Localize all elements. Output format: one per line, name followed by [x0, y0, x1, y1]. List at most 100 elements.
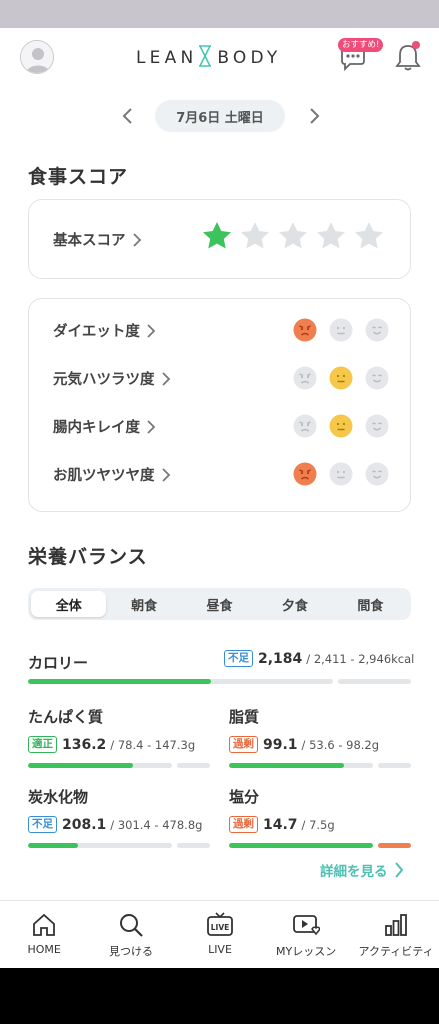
app-screen: LEAN BODY おすすめ! 7月6日 土曜日 食事スコア 基本スコア ダイエ…	[0, 28, 439, 968]
details-link[interactable]: 詳細を見る	[320, 860, 404, 880]
nutrient-progress-fill	[229, 763, 345, 768]
svg-text:LIVE: LIVE	[211, 923, 230, 932]
notification-dot	[412, 41, 420, 49]
metric-label[interactable]: 腸内キレイ度	[53, 416, 156, 437]
nutrient-progress-bar	[28, 763, 172, 768]
calorie-value: 2,184	[258, 650, 303, 667]
metric-faces	[293, 462, 389, 486]
home-icon	[33, 913, 56, 936]
basic-score-label[interactable]: 基本スコア	[53, 229, 142, 250]
nutrient-status-badge: 不足	[28, 816, 57, 833]
calorie-progress-bar	[28, 679, 333, 684]
metric-faces	[293, 318, 389, 342]
metric-label-text: お肌ツヤツヤ度	[53, 468, 155, 484]
calorie-range: / 2,411 - 2,946kcal	[306, 651, 415, 666]
nutrient-range: / 53.6 - 98.2g	[301, 737, 380, 752]
star-rating	[201, 220, 385, 252]
metric-label-text: ダイエット度	[53, 324, 140, 340]
top-header: LEAN BODY おすすめ!	[0, 28, 439, 88]
nutrient-label: 脂質	[229, 708, 260, 726]
star-empty-icon	[241, 222, 269, 249]
basic-score-card[interactable]: 基本スコア	[28, 199, 411, 279]
nutrient-label: 炭水化物	[28, 788, 89, 806]
star-empty-icon	[317, 222, 345, 249]
calorie-value-row: 不足 2,184 / 2,411 - 2,946kcal	[224, 650, 414, 667]
chevron-right-icon	[147, 323, 156, 338]
meal-tabs: 全体 朝食 昼食 夕食 間食	[28, 588, 411, 620]
nav-label: LIVE	[208, 943, 232, 956]
nutrient-range: / 301.4 - 478.8g	[110, 817, 203, 832]
meal-tab[interactable]: 夕食	[257, 591, 332, 617]
lean-body-logo: LEAN BODY	[136, 44, 306, 72]
date-label[interactable]: 7月6日 土曜日	[155, 100, 285, 132]
nutrient-status-badge: 過剰	[229, 736, 258, 753]
bad-face-icon	[293, 462, 317, 486]
nutrient-range-bar	[378, 843, 411, 848]
neutral-face-icon	[329, 462, 353, 486]
metric-label[interactable]: お肌ツヤツヤ度	[53, 464, 171, 485]
nutrient-progress-fill	[28, 763, 134, 768]
avatar[interactable]	[20, 40, 54, 74]
good-face-icon	[365, 366, 389, 390]
good-face-icon	[365, 318, 389, 342]
nav-label: 見つける	[109, 945, 153, 958]
nutrient-range-bar	[177, 843, 210, 848]
metric-label[interactable]: ダイエット度	[53, 320, 156, 341]
score-metrics-card: ダイエット度 元気ハツラツ度 腸内キレイ度 お肌ツヤツヤ度	[28, 298, 411, 512]
bad-face-icon	[293, 318, 317, 342]
nutrient-progress-fill	[229, 843, 373, 848]
date-navigation: 7月6日 土曜日	[0, 100, 439, 134]
nutrient-range: / 7.5g	[301, 817, 335, 832]
neutral-face-icon	[329, 366, 353, 390]
my-lesson-icon	[293, 915, 321, 936]
good-face-icon	[365, 414, 389, 438]
details-link-text: 詳細を見る	[320, 864, 388, 880]
nutrient-value: 136.2	[62, 736, 107, 753]
nutrient-status-badge: 過剰	[229, 816, 258, 833]
nutrient-status-badge: 適正	[28, 736, 57, 753]
nutrient-value-row: 適正 136.2/ 78.4 - 147.3g	[28, 736, 195, 753]
nav-label: HOME	[27, 943, 61, 956]
chevron-right-icon	[161, 371, 170, 386]
live-tv-icon: LIVE	[207, 912, 233, 936]
nav-item[interactable]: LIVE LIVE	[206, 911, 234, 956]
nav-label: MYレッスン	[276, 945, 337, 958]
bad-face-icon	[293, 366, 317, 390]
calorie-status-badge: 不足	[224, 650, 253, 667]
nutrient-value: 14.7	[263, 816, 298, 833]
nutrient-label: たんぱく質	[28, 708, 104, 726]
chevron-right-icon[interactable]	[304, 106, 324, 126]
basic-score-text: 基本スコア	[53, 233, 126, 249]
meal-score-title: 食事スコア	[28, 166, 129, 188]
nav-item[interactable]: HOME	[28, 911, 61, 956]
nav-item[interactable]: アクティビティ	[359, 911, 434, 959]
nutrient-progress-bar	[28, 843, 172, 848]
nutrient-value-row: 過剰 99.1/ 53.6 - 98.2g	[229, 736, 379, 753]
nav-item[interactable]: MYレッスン	[276, 911, 336, 959]
meal-tab[interactable]: 昼食	[182, 591, 257, 617]
chevron-right-icon	[161, 467, 170, 482]
nutrient-progress-bar	[229, 763, 373, 768]
chevron-right-icon	[394, 862, 403, 878]
nav-item[interactable]: 見つける	[109, 911, 153, 959]
metric-label-text: 腸内キレイ度	[53, 420, 140, 436]
status-bar	[0, 0, 439, 28]
nutrient-value: 208.1	[62, 816, 107, 833]
activity-icon	[385, 914, 407, 936]
nutrient-label: 塩分	[229, 788, 260, 806]
bottom-navigation: HOME 見つける LIVE LIVE MYレッスン アクティビティ	[0, 900, 439, 968]
nutrient-value: 99.1	[263, 736, 298, 753]
meal-tab[interactable]: 朝食	[106, 591, 181, 617]
meal-tab[interactable]: 全体	[31, 591, 107, 617]
nutrient-progress-bar	[229, 843, 373, 848]
metric-faces	[293, 414, 389, 438]
bad-face-icon	[293, 414, 317, 438]
nutrition-balance-title: 栄養バランス	[28, 546, 148, 568]
nav-label: アクティビティ	[358, 945, 434, 958]
meal-tab[interactable]: 間食	[333, 591, 408, 617]
search-icon	[120, 914, 143, 937]
chevron-left-icon[interactable]	[118, 106, 138, 126]
metric-label[interactable]: 元気ハツラツ度	[53, 368, 171, 389]
hourglass-icon	[197, 44, 213, 72]
metric-label-text: 元気ハツラツ度	[53, 372, 155, 388]
